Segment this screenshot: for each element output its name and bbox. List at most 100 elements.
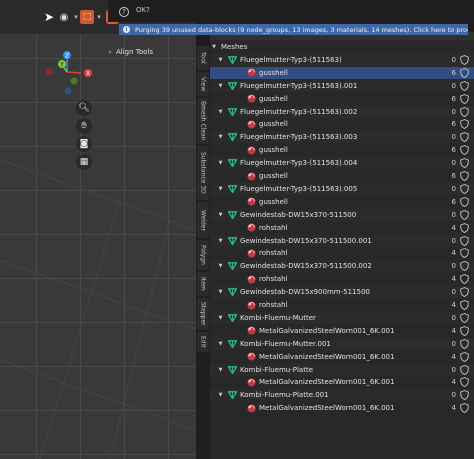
shield-icon[interactable] [460, 313, 469, 323]
tab-polygn[interactable]: Polygn [197, 240, 209, 270]
chevron-down-icon[interactable]: ▾ [72, 10, 80, 24]
select-box-icon[interactable]: ⬚ [80, 10, 94, 24]
outliner-mesh-row[interactable]: ▼ Fluegelmutter-Typ3-(511563).004 0 [210, 157, 474, 170]
chevron-down-icon[interactable]: ▼ [217, 367, 224, 373]
outliner-mesh-row[interactable]: ▼ Fluegelmutter-Typ3-(511563).005 0 [210, 182, 474, 195]
shield-icon[interactable] [460, 235, 469, 246]
shield-icon[interactable] [460, 248, 469, 259]
chevron-down-icon[interactable]: ▼ [217, 289, 224, 295]
shield-icon[interactable] [460, 196, 469, 207]
chevron-down-icon[interactable]: ▼ [217, 134, 224, 140]
tab-welder[interactable]: Welder [197, 202, 209, 238]
camera-icon[interactable]: ◙ [76, 136, 92, 152]
3d-viewport[interactable]: ➤ ◉ ▾ ⬚ ▾ › Align Tools Z Y X 🔍︎ ✋︎ ◙ ▦ [0, 0, 196, 459]
shield-icon[interactable] [460, 80, 469, 91]
shield-icon[interactable] [460, 300, 469, 310]
outliner-mesh-row[interactable]: ▼ Fluegelmutter-Typ3-(511563) 0 [210, 53, 474, 66]
shield-icon[interactable] [460, 261, 469, 272]
shield-icon[interactable] [460, 364, 469, 375]
shield-icon[interactable] [460, 351, 469, 362]
tab-substance-3d[interactable]: Substance 3D [197, 146, 209, 200]
navigation-gizmo[interactable]: Z Y X [40, 48, 98, 100]
shield-icon[interactable] [460, 287, 469, 297]
outliner-mesh-row[interactable]: ▼ Fluegelmutter-Typ3-(511563).003 0 [210, 131, 474, 144]
shield-icon[interactable] [460, 390, 469, 401]
outliner-material-row[interactable]: gusshell 6 [210, 93, 474, 105]
tab-view[interactable]: View [197, 72, 209, 96]
cursor-icon[interactable]: ➤ [44, 10, 54, 24]
chevron-down-icon[interactable]: ▼ [217, 341, 224, 347]
outliner-meshes-header[interactable]: ▼ Meshes [210, 41, 474, 53]
material-icon [247, 249, 256, 258]
chevron-down-icon[interactable]: ▼ [217, 263, 224, 269]
shield-icon[interactable] [460, 158, 469, 168]
outliner-material-row[interactable]: gusshell 6 [210, 196, 474, 208]
chevron-down-icon[interactable]: ▼ [217, 315, 224, 321]
shield-icon[interactable] [460, 403, 469, 414]
shield-icon[interactable] [460, 325, 469, 336]
chevron-down-icon[interactable]: ▾ [95, 10, 103, 24]
visibility-icon[interactable]: ◉ [57, 10, 71, 24]
shield-icon[interactable] [460, 222, 469, 233]
tab-tool[interactable]: Tool [197, 46, 209, 70]
mesh-data-icon [227, 81, 237, 90]
outliner-mesh-row[interactable]: ▼ Gewindestab-DW15x370-511500.001 0 [210, 234, 474, 247]
outliner-material-row[interactable]: MetalGalvanizedSteelWorn001_6K.001 4 [210, 351, 474, 363]
tab-stepper[interactable]: Stepper [197, 298, 209, 330]
shield-icon[interactable] [460, 67, 469, 78]
shield-icon[interactable] [460, 184, 469, 194]
shield-icon[interactable] [460, 119, 469, 130]
shield-icon[interactable] [460, 209, 469, 220]
outliner[interactable]: ▼ Meshes ▼ Fluegelmutter-Typ3-(511563) 0 guss… [210, 32, 474, 459]
tab-bmesh-clean[interactable]: Bmesh Clean [197, 98, 209, 144]
chevron-down-icon[interactable]: ▼ [217, 57, 224, 63]
outliner-material-row[interactable]: gusshell 6 [210, 118, 474, 130]
outliner-mesh-row[interactable]: ▼ Gewindestab-DW15x900mm-511500 0 [210, 286, 474, 299]
outliner-mesh-row[interactable]: ▼ Kombi-Fluemu-Mutter.001 0 [210, 337, 474, 350]
chevron-down-icon[interactable]: ▼ [217, 186, 224, 192]
shield-icon[interactable] [460, 93, 469, 104]
shield-icon[interactable] [460, 274, 469, 285]
outliner-material-row[interactable]: gusshell 6 [210, 66, 474, 79]
shield-icon[interactable] [460, 377, 469, 388]
help-icon[interactable]: ? [119, 7, 129, 17]
outliner-material-row[interactable]: rohstahl 4 [210, 273, 474, 285]
chevron-down-icon[interactable]: ▼ [217, 160, 224, 166]
outliner-mesh-row[interactable]: ▼ Kombi-Fluemu-Mutter 0 [210, 311, 474, 324]
tab-edit[interactable]: Edit [197, 332, 209, 352]
outliner-mesh-row[interactable]: ▼ Kombi-Fluemu-Platte 0 [210, 363, 474, 376]
tab-item[interactable]: Item [197, 272, 209, 296]
shield-icon[interactable] [460, 106, 469, 117]
chevron-down-icon[interactable]: ▼ [217, 109, 224, 115]
outliner-mesh-row[interactable]: ▼ Fluegelmutter-Typ3-(511563).001 0 [210, 79, 474, 92]
outliner-material-row[interactable]: gusshell 6 [210, 144, 474, 156]
chevron-down-icon[interactable]: ▼ [217, 238, 224, 244]
outliner-material-row[interactable]: rohstahl 4 [210, 247, 474, 259]
outliner-material-row[interactable]: MetalGalvanizedSteelWorn001_6K.001 4 [210, 376, 474, 388]
grid-icon[interactable]: ▦ [76, 154, 92, 170]
outliner-material-row[interactable]: MetalGalvanizedSteelWorn001_6K.001 4 [210, 325, 474, 337]
outliner-mesh-row[interactable]: ▼ Gewindestab-DW15x370-511500 0 [210, 208, 474, 221]
user-count: 4 [451, 223, 456, 232]
purge-report-banner[interactable]: i Purging 39 unused data-blocks (9 node_… [119, 24, 468, 35]
outliner-mesh-row[interactable]: ▼ Gewindestab-DW15x370-511500.002 0 [210, 260, 474, 273]
shield-icon[interactable] [460, 145, 469, 156]
align-tools-panel-header[interactable]: › Align Tools [104, 43, 196, 61]
outliner-mesh-row[interactable]: ▼ Fluegelmutter-Typ3-(511563).002 0 [210, 105, 474, 118]
outliner-material-row[interactable]: MetalGalvanizedSteelWorn001_6K.001 4 [210, 402, 474, 414]
outliner-material-row[interactable]: rohstahl 4 [210, 299, 474, 311]
shield-icon[interactable] [460, 55, 469, 65]
chevron-down-icon[interactable]: ▼ [210, 44, 218, 50]
shield-icon[interactable] [460, 132, 469, 143]
hand-pan-icon[interactable]: ✋︎ [76, 118, 92, 134]
outliner-material-row[interactable]: rohstahl 4 [210, 222, 474, 234]
outliner-material-row[interactable]: gusshell 6 [210, 170, 474, 182]
outliner-mesh-row[interactable]: ▼ Kombi-Fluemu-Platte.001 0 [210, 389, 474, 402]
shield-icon[interactable] [460, 171, 469, 181]
row-label: Fluegelmutter-Typ3-(511563).003 [240, 133, 358, 142]
chevron-down-icon[interactable]: ▼ [217, 212, 224, 218]
chevron-down-icon[interactable]: ▼ [217, 392, 224, 398]
shield-icon[interactable] [460, 338, 469, 349]
zoom-icon[interactable]: 🔍︎ [76, 100, 92, 116]
chevron-down-icon[interactable]: ▼ [217, 83, 224, 89]
